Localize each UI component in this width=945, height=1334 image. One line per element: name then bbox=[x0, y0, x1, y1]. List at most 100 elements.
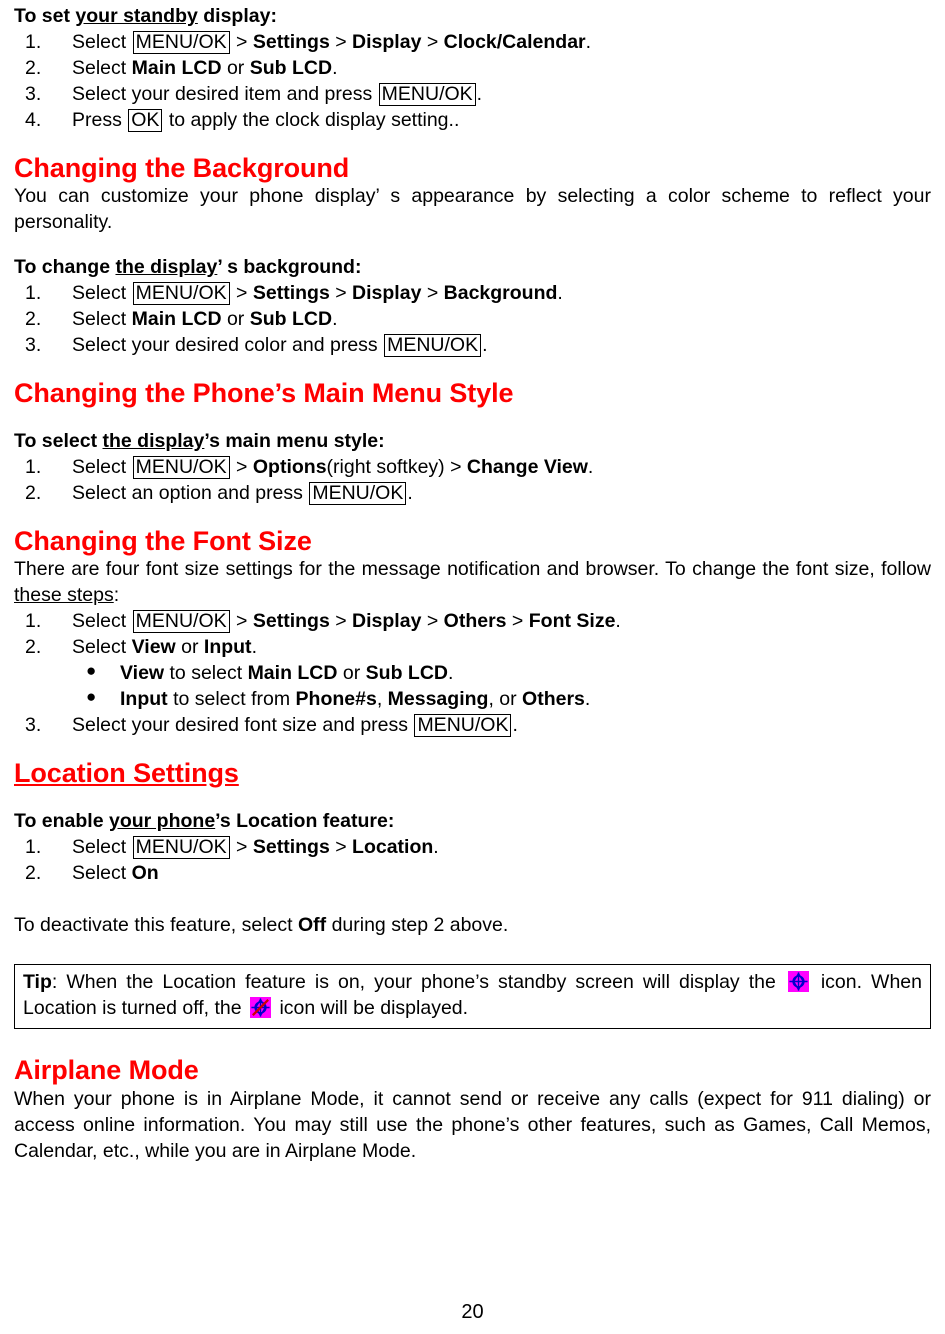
menu-ok-key[interactable]: MENU/OK bbox=[132, 835, 230, 859]
step-bold-input: Input bbox=[203, 636, 252, 659]
step-number: 2. bbox=[25, 56, 42, 79]
main-menu-section-heading: Changing the Phone’s Main Menu Style bbox=[14, 378, 514, 408]
deactivate-text-2: during step 2 above. bbox=[326, 913, 509, 936]
step-tail: . bbox=[482, 334, 488, 357]
location-subheading-underlined: your phone bbox=[109, 809, 216, 832]
standby-step-1: 1. Select MENU/OK > Settings > Display > … bbox=[14, 30, 931, 56]
step-tail: . bbox=[433, 835, 439, 858]
step-number: 3. bbox=[25, 82, 42, 105]
step-sep-1: > bbox=[230, 30, 253, 53]
bullet-bold-others: Others bbox=[522, 688, 585, 711]
bullet-mid-2: or bbox=[337, 662, 366, 685]
step-tail: . bbox=[585, 30, 592, 53]
step-tail: . bbox=[332, 308, 338, 331]
step-tail: . bbox=[332, 56, 338, 79]
step-sep-2: > bbox=[329, 30, 353, 53]
step-sep-1: > bbox=[230, 282, 253, 305]
step-number: 1. bbox=[25, 835, 42, 858]
bullet-mid-2: , bbox=[376, 688, 388, 711]
menu-ok-key[interactable]: MENU/OK bbox=[414, 714, 512, 738]
ok-key[interactable]: OK bbox=[128, 108, 163, 132]
font-size-intro-paragraph: There are four font size settings for th… bbox=[14, 557, 931, 609]
step-tail: . bbox=[587, 455, 594, 478]
step-sep-1: > bbox=[230, 455, 253, 478]
step-number: 2. bbox=[25, 308, 42, 331]
menu-ok-key[interactable]: MENU/OK bbox=[132, 30, 230, 54]
step-number: 2. bbox=[25, 636, 42, 659]
bullet-bold-main-lcd: Main LCD bbox=[247, 662, 338, 685]
bullet-bold-phone-numbers: Phone#s bbox=[295, 688, 377, 711]
menu-ok-key[interactable]: MENU/OK bbox=[132, 610, 230, 634]
step-sep-2: > bbox=[444, 455, 467, 478]
background-subheading-underlined: the display bbox=[115, 256, 218, 279]
bullet-bold-messaging: Messaging bbox=[387, 688, 489, 711]
bullet-bold-input: Input bbox=[120, 688, 168, 711]
step-sep-3: > bbox=[421, 610, 444, 633]
step-right-softkey-note: (right softkey) bbox=[326, 455, 445, 478]
font-size-intro-part-2: : bbox=[113, 584, 120, 607]
location-on-icon bbox=[787, 971, 809, 993]
background-subheading: To change the display’ s background: bbox=[14, 255, 931, 281]
font-size-step-1: 1. Select MENU/OK > Settings > Display > … bbox=[14, 609, 931, 635]
step-bold-display: Display bbox=[352, 30, 422, 53]
background-subheading-prefix: To change bbox=[14, 256, 116, 279]
bullet-bold-view: View bbox=[120, 662, 165, 685]
bullet-tail: . bbox=[448, 662, 454, 685]
step-bold-display: Display bbox=[352, 282, 422, 305]
step-text-pre: Select bbox=[72, 610, 132, 633]
step-bold-view: View bbox=[131, 636, 176, 659]
main-menu-subheading-prefix: To select bbox=[14, 429, 103, 452]
menu-ok-key[interactable]: MENU/OK bbox=[132, 282, 230, 306]
step-text-pre: Select your desired item and press bbox=[72, 82, 378, 105]
step-mid: or bbox=[221, 56, 250, 79]
main-menu-subheading: To select the display’s main menu style: bbox=[14, 429, 931, 455]
bullet-dot-icon: ● bbox=[86, 687, 97, 707]
font-size-intro-underlined: these steps bbox=[14, 584, 114, 607]
step-bold-font-size: Font Size bbox=[528, 610, 616, 633]
step-sep-3: > bbox=[421, 282, 444, 305]
background-step-2: 2. Select Main LCD or Sub LCD. bbox=[14, 307, 931, 333]
step-bold-clock-calendar: Clock/Calendar bbox=[443, 30, 586, 53]
menu-ok-key[interactable]: MENU/OK bbox=[378, 82, 476, 106]
location-off-icon bbox=[250, 997, 272, 1019]
step-sep-2: > bbox=[329, 835, 353, 858]
tip-paragraph: Tip: When the Location feature is on, yo… bbox=[23, 970, 922, 1022]
page-number: 20 bbox=[461, 1301, 484, 1324]
background-intro-paragraph: You can customize your phone display’ s … bbox=[14, 185, 931, 234]
tip-label: Tip bbox=[23, 971, 52, 994]
step-bold-options: Options bbox=[252, 455, 327, 478]
standby-step-3: 3. Select your desired item and press MEN… bbox=[14, 82, 931, 108]
standby-display-subheading: To set your standby display: bbox=[14, 4, 931, 30]
bullet-tail: . bbox=[584, 688, 591, 711]
step-bold-sub-lcd: Sub LCD bbox=[249, 56, 333, 79]
step-text-pre: Select bbox=[72, 282, 132, 305]
step-text-pre: Press bbox=[72, 108, 128, 131]
step-bold-settings: Settings bbox=[252, 282, 330, 305]
main-menu-subheading-suffix: ’s main menu style: bbox=[204, 429, 385, 452]
step-bold-background: Background bbox=[443, 282, 558, 305]
step-tail: . bbox=[476, 82, 483, 105]
location-subheading: To enable your phone’s Location feature: bbox=[14, 809, 931, 835]
step-mid: or bbox=[221, 308, 250, 331]
airplane-section-heading: Airplane Mode bbox=[14, 1055, 199, 1086]
step-tail: . bbox=[615, 610, 621, 633]
font-size-step-3: 3. Select your desired font size and pres… bbox=[14, 713, 931, 739]
step-sep-1: > bbox=[230, 610, 253, 633]
menu-ok-key[interactable]: MENU/OK bbox=[384, 334, 482, 358]
menu-ok-key[interactable]: MENU/OK bbox=[132, 455, 230, 479]
main-menu-step-2: 2. Select an option and press MENU/OK. bbox=[14, 481, 931, 507]
standby-step-2: 2. Select Main LCD or Sub LCD. bbox=[14, 56, 931, 82]
font-size-section-heading: Changing the Font Size bbox=[14, 525, 312, 556]
font-size-bullet-view: ● View to select Main LCD or Sub LCD. bbox=[14, 661, 931, 687]
airplane-body-paragraph: When your phone is in Airplane Mode, it … bbox=[14, 1088, 931, 1163]
step-number: 3. bbox=[25, 714, 42, 737]
background-subheading-suffix: ’ s background: bbox=[217, 256, 362, 279]
menu-ok-key[interactable]: MENU/OK bbox=[309, 481, 407, 505]
step-text-pre: Select bbox=[72, 455, 132, 478]
step-sep-2: > bbox=[329, 610, 353, 633]
step-bold-main-lcd: Main LCD bbox=[131, 56, 222, 79]
step-text-pre: Select your desired color and press bbox=[72, 334, 384, 357]
deactivate-text-1: To deactivate this feature, select bbox=[14, 913, 298, 936]
standby-heading-underlined: your standby bbox=[75, 5, 198, 27]
bullet-mid-1: to select bbox=[164, 662, 248, 685]
